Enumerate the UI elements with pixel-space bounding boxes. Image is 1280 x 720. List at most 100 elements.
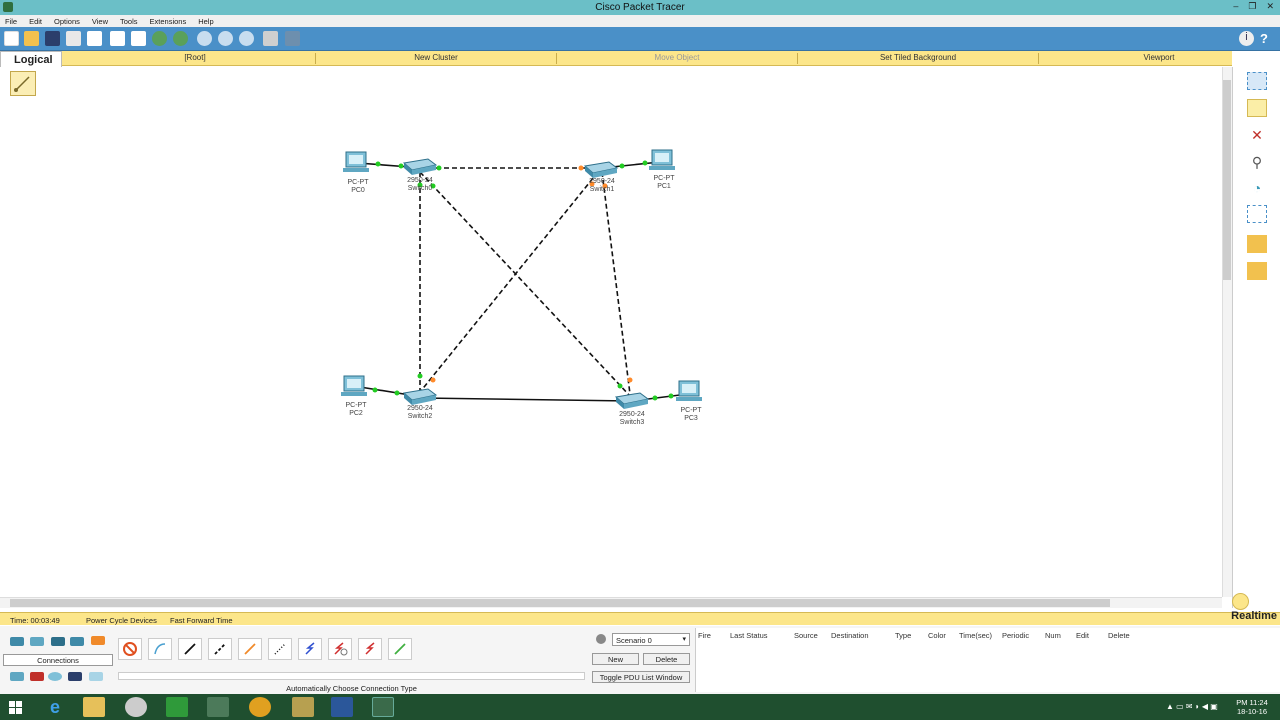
toggle-pdu-list-button[interactable]: Toggle PDU List Window [592,671,690,683]
multiuser-icon[interactable] [89,672,103,681]
pc-icon [649,149,675,170]
pc-icon [343,151,369,172]
copy-icon[interactable] [110,31,125,46]
network-app-icon[interactable] [207,697,229,717]
file-explorer-icon[interactable] [83,697,105,717]
pdu-col-source: Source [794,631,818,640]
activity-wizard-icon[interactable] [87,31,102,46]
custom-device-icon[interactable] [285,31,300,46]
phone-cable-icon[interactable] [268,638,292,660]
menu-file[interactable]: File [5,17,17,26]
undo-icon[interactable] [152,31,167,46]
menu-extensions[interactable]: Extensions [150,17,187,26]
minimize-button[interactable]: – [1233,1,1238,12]
menu-view[interactable]: View [92,17,108,26]
crossover-icon[interactable] [208,638,232,660]
tools-icon[interactable] [292,697,314,717]
viewport-button[interactable]: Viewport [1039,53,1279,62]
set-tiled-background-button[interactable]: Set Tiled Background [798,53,1038,62]
menu-tools[interactable]: Tools [120,17,138,26]
root-button[interactable]: [Root] [75,53,315,62]
redo-icon[interactable] [173,31,188,46]
open-folder-icon[interactable] [24,31,39,46]
tray-icons[interactable]: ▲ ▭ ✉ ◗ ◀ ▣ [1166,702,1218,711]
scenario-info-icon[interactable] [596,634,606,644]
zoom-in-icon[interactable] [197,31,212,46]
start-icon[interactable] [5,697,27,717]
add-complex-pdu-icon[interactable] [1247,262,1267,280]
restore-button[interactable]: ❐ [1248,1,1256,12]
zoom-out-icon[interactable] [239,31,254,46]
new-cluster-button[interactable]: New Cluster [316,53,556,62]
store-icon[interactable] [166,697,188,717]
paste-icon[interactable] [131,31,146,46]
serial-dce-icon[interactable] [328,638,352,660]
word-icon[interactable] [331,697,353,717]
vertical-scroll-thumb[interactable] [1223,80,1231,280]
draw-shape-icon[interactable]: ◔ [1247,179,1267,197]
power-cycle-button[interactable]: Power Cycle Devices [86,616,157,625]
coaxial-icon[interactable] [298,638,322,660]
console-cable-icon[interactable] [148,638,172,660]
end-device-icon[interactable] [10,672,24,681]
connection-list-scrollbar[interactable] [118,672,585,680]
help-icon[interactable]: ? [1260,31,1275,46]
add-simple-pdu-icon[interactable] [1247,235,1267,253]
realtime-clock-icon[interactable] [1232,593,1249,610]
resize-shape-icon[interactable] [1247,205,1267,223]
close-button[interactable]: ✕ [1266,1,1274,12]
link-switch0-switch3 [419,171,631,397]
tab-logical[interactable]: Logical [0,51,62,67]
info-icon[interactable]: i [1239,31,1254,46]
packet-tracer-taskbar-icon[interactable] [372,697,394,717]
menu-help[interactable]: Help [198,17,213,26]
scenario-value: Scenario 0 [616,636,652,645]
menu-options[interactable]: Options [54,17,80,26]
realtime-mode-label[interactable]: Realtime [1205,610,1277,626]
pc3-name-label: PC3 [684,415,698,422]
navigation-panel-icon[interactable] [10,71,36,96]
wan-emulation-icon[interactable] [48,672,62,681]
save-icon[interactable] [45,31,60,46]
delete-scenario-button[interactable]: Delete [643,653,690,665]
clock[interactable]: PM 11:24 18-10-16 [1232,698,1272,716]
internet-explorer-icon[interactable]: e [44,697,66,717]
horizontal-scroll-thumb[interactable] [10,599,1110,607]
scenario-select[interactable]: Scenario 0 ▾ [612,633,690,646]
switches-icon[interactable] [30,637,44,646]
chrome-icon[interactable] [249,697,271,717]
palette-icon[interactable] [263,31,278,46]
pc-icon [341,375,367,396]
menu-edit[interactable]: Edit [29,17,42,26]
fiber-icon[interactable] [238,638,262,660]
octal-icon[interactable] [388,638,412,660]
topology-canvas[interactable]: PC-PT PC0 PC-PT PC1 PC-PT PC2 PC-PT PC3 … [0,67,1222,597]
wireless-icon[interactable] [70,637,84,646]
serial-dte-icon[interactable] [358,638,382,660]
topology-diagram: PC-PT PC0 PC-PT PC1 PC-PT PC2 PC-PT PC3 … [341,149,702,426]
zoom-reset-icon[interactable] [218,31,233,46]
connections-icon[interactable] [91,636,105,645]
new-file-icon[interactable] [4,31,19,46]
pdu-col-fire: Fire [698,631,711,640]
delete-icon[interactable]: ✕ [1247,126,1267,144]
select-icon[interactable] [1247,72,1267,90]
app-icon[interactable] [125,697,147,717]
new-scenario-button[interactable]: New [592,653,639,665]
routers-icon[interactable] [10,637,24,646]
straight-through-icon[interactable] [178,638,202,660]
inspect-icon[interactable]: ⚲ [1247,153,1267,171]
print-icon[interactable] [66,31,81,46]
fast-forward-button[interactable]: Fast Forward Time [170,616,233,625]
auto-connection-icon[interactable] [118,638,142,660]
pdu-col-last-status: Last Status [730,631,768,640]
security-icon[interactable] [30,672,44,681]
pdu-col-color: Color [928,631,946,640]
note-icon[interactable] [1247,99,1267,117]
pdu-col-time: Time(sec) [959,631,993,640]
right-toolbar: ✕ ⚲ ◔ [1232,67,1280,608]
pdu-col-num: Num [1045,631,1061,640]
move-object-button[interactable]: Move Object [557,53,797,62]
hubs-icon[interactable] [51,637,65,646]
custom-devices-icon[interactable] [68,672,82,681]
